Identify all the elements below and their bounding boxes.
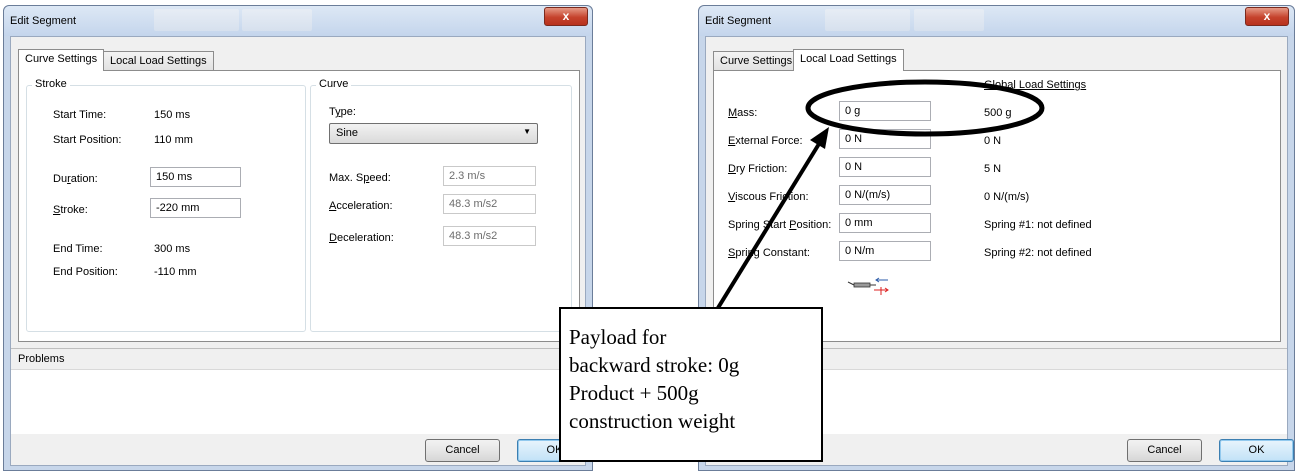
- callout-arrow-line: [711, 137, 824, 318]
- callout-line: Product + 500g: [569, 381, 699, 405]
- payload-callout: Payload for backward stroke: 0g Product …: [559, 307, 823, 462]
- callout-line: backward stroke: 0g: [569, 353, 740, 377]
- callout-line: construction weight: [569, 409, 736, 433]
- callout-line: Payload for: [569, 325, 667, 349]
- highlight-ellipse: [805, 79, 1045, 137]
- callout-arrow-head: [810, 127, 829, 149]
